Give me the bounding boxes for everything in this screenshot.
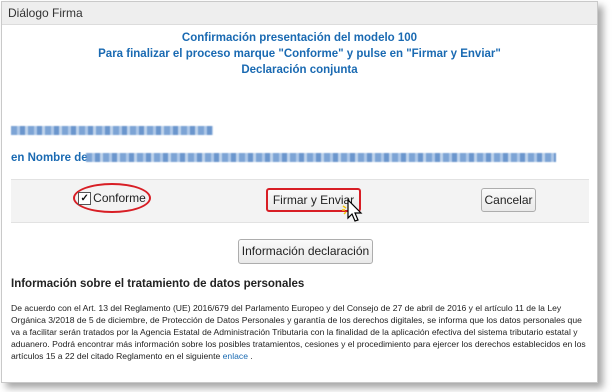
nombre-label: en Nombre de — [11, 152, 88, 164]
header-line-1: Confirmación presentación del modelo 100 — [181, 32, 418, 44]
redacted-nif — [11, 126, 213, 135]
informacion-declaracion-button[interactable]: Información declaración — [238, 239, 373, 264]
dialog-title: Diálogo Firma — [2, 2, 597, 25]
privacy-title: Información sobre el tratamiento de dato… — [11, 278, 305, 290]
conforme-label: Conforme — [93, 191, 146, 205]
privacy-end: . — [250, 351, 253, 361]
cancelar-button[interactable]: Cancelar — [481, 188, 536, 212]
conforme-checkbox-group[interactable]: ✓ Conforme — [73, 183, 151, 213]
redacted-name — [86, 153, 556, 162]
privacy-text: De acuerdo con el Art. 13 del Reglamento… — [11, 302, 591, 362]
dialog-firma: Diálogo Firma Confirmación presentación … — [1, 1, 598, 383]
conforme-checkbox[interactable]: ✓ — [78, 191, 92, 205]
header-line-3: Declaración conjunta — [241, 64, 358, 76]
action-bar: ✓ Conforme Firmar y Enviar Cancelar — [11, 179, 589, 223]
privacy-body: De acuerdo con el Art. 13 del Reglamento… — [11, 303, 586, 361]
mouse-pointer-icon — [342, 198, 363, 222]
privacy-link[interactable]: enlace — [223, 351, 248, 361]
header-line-2: Para finalizar el proceso marque "Confor… — [98, 48, 501, 60]
